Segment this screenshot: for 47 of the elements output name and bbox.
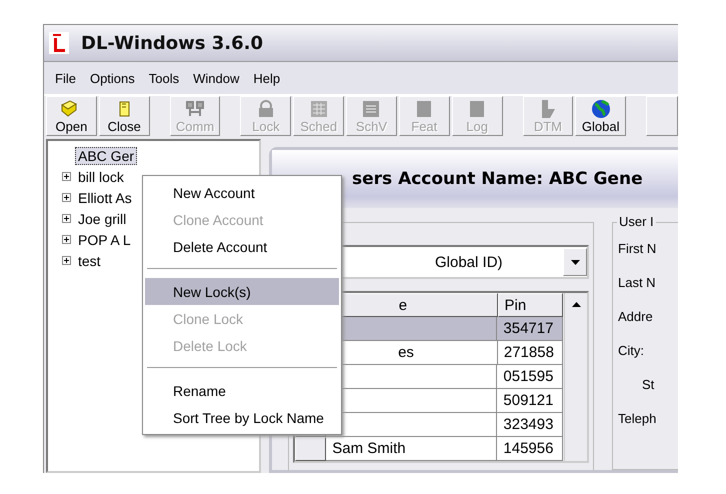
menu-item[interactable]: Window xyxy=(186,70,246,86)
tree-item[interactable]: test xyxy=(75,252,104,270)
expand-icon[interactable] xyxy=(62,193,71,202)
field-label: St xyxy=(641,377,656,392)
caret-icon xyxy=(570,260,580,264)
window-title: DL-Windows 3.6.0 xyxy=(81,32,264,54)
toolbar-button[interactable]: Global xyxy=(575,96,626,136)
expand-icon[interactable] xyxy=(62,172,71,181)
menu-item[interactable]: Tools xyxy=(142,70,186,86)
tree-item[interactable]: Joe grill xyxy=(75,210,130,228)
menu-item[interactable]: Sort Tree by Lock Name xyxy=(145,404,339,431)
row-header[interactable] xyxy=(295,437,326,461)
group-legend: User I xyxy=(617,214,656,229)
menu-item[interactable]: Help xyxy=(246,70,288,86)
tree-item[interactable]: Elliott As xyxy=(75,188,135,206)
globe-icon xyxy=(590,98,612,118)
tree-item[interactable]: ABC Ger xyxy=(75,146,138,164)
field-label: Teleph xyxy=(618,411,658,426)
field-label: City: xyxy=(618,343,645,358)
toolbar-button[interactable]: Close xyxy=(98,96,150,136)
logo-icon xyxy=(49,32,69,54)
menu-item[interactable]: New Account xyxy=(145,179,339,206)
menu-item[interactable]: New Lock(s) xyxy=(145,278,339,305)
table-cell[interactable]: 509121 xyxy=(497,389,563,413)
menu-item[interactable]: Options xyxy=(82,70,142,86)
menu-item[interactable]: Rename xyxy=(145,377,339,404)
tree-item[interactable]: POP A L xyxy=(75,230,134,248)
table-cell: Sam Smith xyxy=(326,437,498,461)
scroll-up-icon xyxy=(572,302,580,307)
table-cell[interactable]: 051595 xyxy=(497,365,563,389)
plug-icon xyxy=(184,98,206,118)
table-cell[interactable]: 354717 xyxy=(497,317,563,341)
table-cell[interactable]: 323493 xyxy=(497,413,563,437)
table-cell[interactable]: 145956 xyxy=(497,437,563,461)
table-cell[interactable]: 271858 xyxy=(498,341,563,365)
child-window-title: sers Account Name: ABC Gene xyxy=(352,169,643,189)
menu-item[interactable]: File xyxy=(48,70,83,86)
toolbar-button[interactable]: Open xyxy=(46,96,97,136)
expand-icon[interactable] xyxy=(62,214,71,223)
toolbar-button[interactable] xyxy=(646,96,678,136)
expand-icon[interactable] xyxy=(62,256,71,265)
field-label: Last N xyxy=(618,275,657,290)
tree-item[interactable]: bill lock xyxy=(75,168,127,186)
field-label: First N xyxy=(618,241,658,256)
field-label: Addre xyxy=(618,309,654,324)
column-header[interactable]: Pin xyxy=(498,293,563,317)
expand-icon[interactable] xyxy=(62,235,71,244)
